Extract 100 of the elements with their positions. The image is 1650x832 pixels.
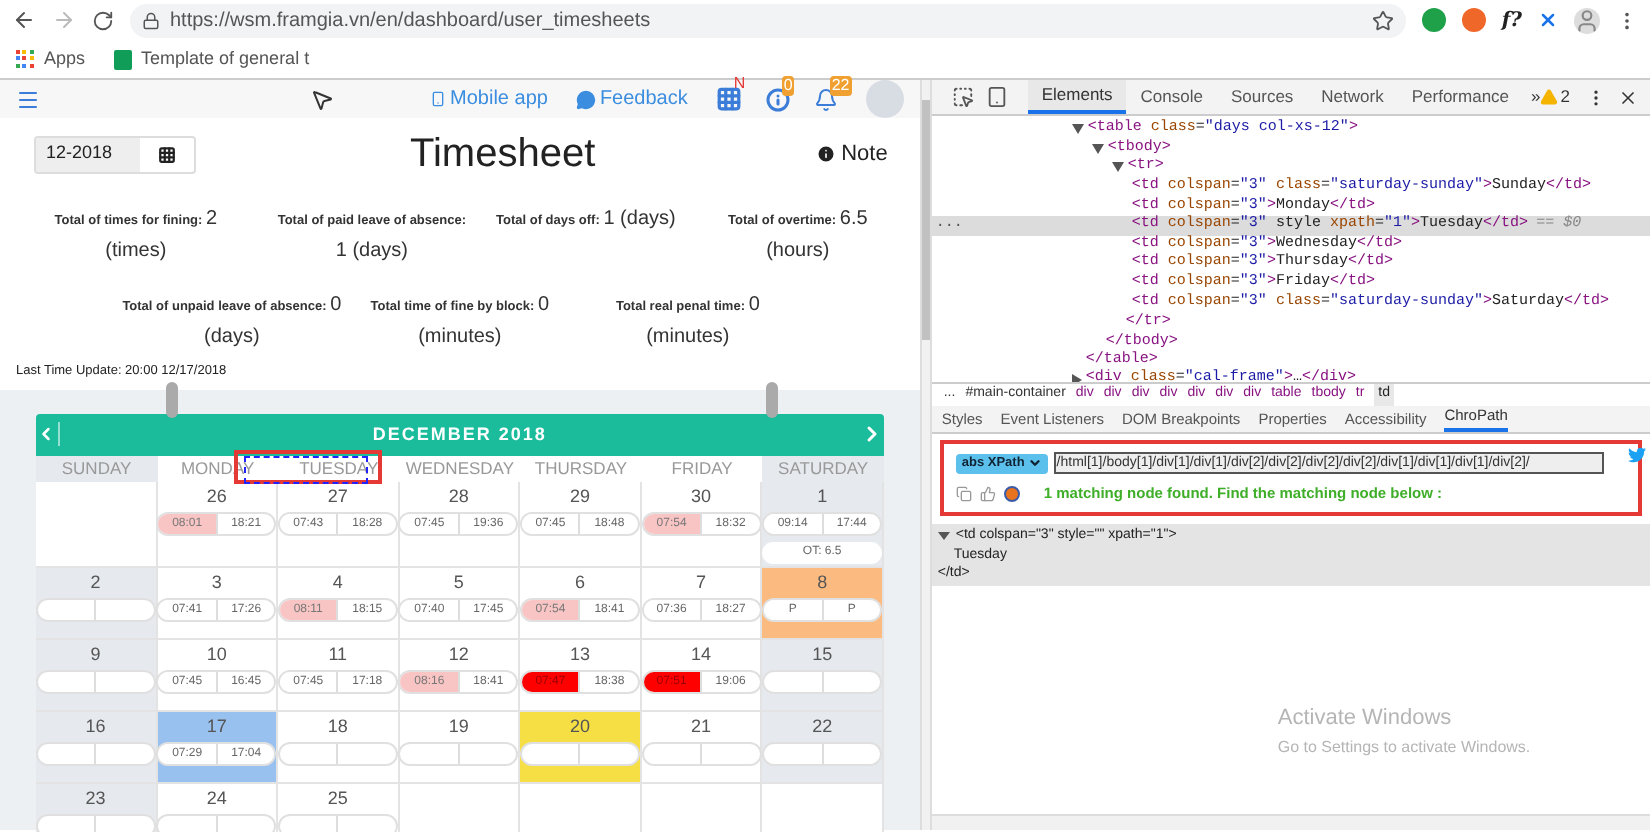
- phone-icon: [430, 90, 447, 108]
- notification-count: 0: [781, 75, 795, 95]
- devtools-tab[interactable]: Elements: [1027, 80, 1127, 114]
- activation-notice-title: Activate Windows: [1277, 704, 1454, 734]
- devtools-tab[interactable]: Network: [1307, 80, 1398, 114]
- weekday-header: WEDNESDAY: [399, 455, 521, 482]
- day-cell[interactable]: 9: [36, 639, 158, 712]
- back-icon[interactable]: [12, 8, 36, 32]
- profile-icon[interactable]: [1574, 7, 1600, 33]
- spreadsheet-icon: [113, 49, 132, 69]
- address-bar[interactable]: https://wsm.framgia.vn/en/dashboard/user_timesheets: [130, 3, 1406, 37]
- time-pill: [277, 813, 398, 832]
- time-pill: [398, 741, 519, 766]
- day-number: 4: [332, 571, 343, 594]
- reload-icon[interactable]: [92, 9, 114, 31]
- bird-icon[interactable]: [1628, 446, 1646, 464]
- notification-count: 22: [829, 75, 852, 95]
- time-pill: [762, 669, 883, 694]
- extension-icon[interactable]: [1461, 8, 1486, 32]
- time-pill: [35, 597, 156, 622]
- globe-icon[interactable]: [1003, 485, 1020, 502]
- day-number: 29: [569, 485, 590, 508]
- day-number: 11: [328, 643, 348, 666]
- calendar-grid-icon[interactable]: [158, 145, 176, 163]
- time-pill: [762, 741, 883, 766]
- more-tabs-button[interactable]: »: [1531, 84, 1541, 110]
- slider-handle[interactable]: [766, 381, 778, 418]
- day-number: 15: [812, 643, 833, 666]
- day-cell[interactable]: 19: [399, 711, 521, 784]
- day-number: 20: [569, 715, 590, 738]
- expanded-triangle-icon[interactable]: [937, 532, 950, 540]
- extension-icon[interactable]: [1421, 8, 1446, 32]
- device-icon[interactable]: [985, 86, 1008, 108]
- day-cell[interactable]: 2: [36, 567, 158, 640]
- day-cell[interactable]: 21: [641, 711, 763, 784]
- day-number: 26: [206, 485, 227, 508]
- day-number: 18: [327, 715, 348, 738]
- bookmark-link[interactable]: Apps: [16, 45, 86, 73]
- day-number: 13: [569, 643, 590, 666]
- devtools-tab[interactable]: Console: [1126, 80, 1217, 114]
- note-button[interactable]: Note: [815, 137, 888, 171]
- activation-notice-text: Go to Settings to activate Windows.: [1277, 735, 1531, 759]
- day-number: 27: [327, 485, 348, 508]
- day-cell[interactable]: 22: [762, 711, 884, 784]
- copy-icon[interactable]: [955, 485, 972, 502]
- collapsed-triangle-icon[interactable]: [1071, 373, 1082, 382]
- day-number: 1: [817, 485, 828, 508]
- time-pill: [641, 741, 762, 766]
- info-icon[interactable]: [765, 87, 790, 111]
- scrollbar-thumb[interactable]: [921, 100, 930, 340]
- day-number: 24: [206, 787, 227, 810]
- time-pill: [519, 741, 640, 766]
- page-title: Timesheet: [410, 130, 596, 180]
- extension-label[interactable]: f?: [1501, 5, 1522, 35]
- thumbs-up-icon[interactable]: [979, 485, 996, 502]
- day-number: 16: [85, 715, 106, 738]
- time-pill: [156, 813, 277, 832]
- day-cell[interactable]: 16: [36, 711, 158, 784]
- horizontal-scrollbar[interactable]: [931, 814, 1650, 830]
- day-cell[interactable]: 25: [278, 783, 400, 832]
- day-number: 10: [206, 643, 227, 666]
- day-cell[interactable]: 15: [762, 639, 884, 712]
- close-icon[interactable]: [1618, 87, 1638, 107]
- extension-icon[interactable]: [1538, 10, 1558, 30]
- menu-icon[interactable]: [16, 87, 40, 111]
- day-cell[interactable]: 20: [520, 711, 642, 784]
- day-number: 19: [448, 715, 469, 738]
- time-pill: [35, 669, 156, 694]
- day-number: 21: [691, 715, 712, 738]
- mouse-cursor-icon: [310, 85, 334, 113]
- time-pill: [277, 741, 398, 766]
- grid-icon[interactable]: [715, 86, 742, 112]
- star-icon[interactable]: [1371, 9, 1394, 31]
- day-number: 14: [691, 643, 712, 666]
- day-cell[interactable]: 24: [157, 783, 279, 832]
- info-icon: [815, 144, 836, 164]
- month-title: DECEMBER 2018: [370, 421, 549, 447]
- month-field[interactable]: 12-2018: [36, 137, 140, 171]
- warnings-counter[interactable]: 2: [1540, 84, 1570, 110]
- inspect-icon[interactable]: [951, 86, 974, 108]
- bookmark-link[interactable]: Template of general t: [113, 45, 310, 73]
- weekday-header: THURSDAY: [520, 455, 642, 482]
- previous-icon[interactable]: [36, 422, 60, 447]
- chat-bubble-icon: [575, 89, 596, 109]
- devtools-tab[interactable]: Performance: [1397, 80, 1524, 114]
- day-cell[interactable]: [36, 481, 158, 568]
- apps-grid-icon: [16, 50, 34, 68]
- bell-icon[interactable]: [813, 87, 838, 111]
- day-number: 30: [691, 485, 712, 508]
- day-number: 12: [448, 643, 469, 666]
- warning-icon: [1540, 88, 1559, 106]
- day-cell[interactable]: 23: [36, 783, 158, 832]
- day-number: 8: [817, 571, 828, 594]
- devtools-tab[interactable]: Sources: [1216, 80, 1308, 114]
- month-picker[interactable]: 12-2018: [34, 135, 196, 173]
- day-cell[interactable]: 18: [278, 711, 400, 784]
- slider-handle[interactable]: [166, 381, 178, 418]
- lock-icon: [142, 11, 160, 29]
- notification-count: N: [731, 74, 748, 94]
- weekday-header: SATURDAY: [762, 455, 884, 482]
